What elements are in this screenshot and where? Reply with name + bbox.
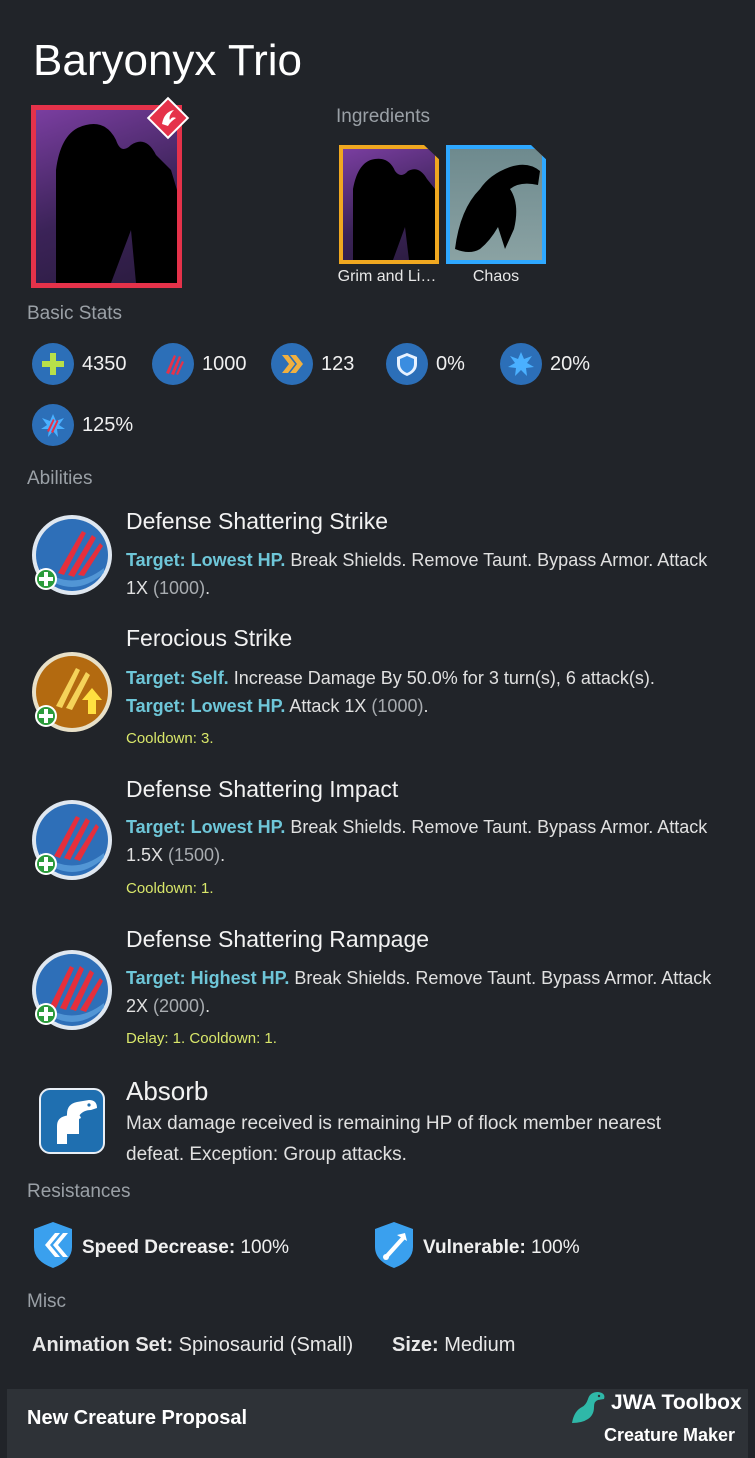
ingredient-name: Grim and Li… (337, 268, 437, 285)
ability-target: Target: Lowest HP. (126, 550, 286, 570)
ability-effect: defeat. Exception: Group attacks. (126, 1144, 407, 1165)
ability-name: Ferocious Strike (126, 625, 293, 651)
ability-cooldown: Delay: 1. Cooldown: 1. (126, 1030, 277, 1047)
ability-description: Target: Self. Increase Damage By 50.0% f… (126, 664, 716, 720)
stat-armor: 0% (386, 343, 465, 385)
stat-speed: 123 (271, 343, 354, 385)
crit-chance-icon (500, 343, 542, 385)
ability-effect: 1.5X (126, 845, 169, 865)
animation-set-value: Spinosaurid (Small) (173, 1334, 354, 1356)
ability-damage: (1500) (168, 845, 221, 865)
size-value: Medium (438, 1334, 516, 1356)
ability-target: Target: Highest HP. (126, 968, 290, 988)
ability-effect: 2X (126, 996, 154, 1016)
stat-value: 125% (82, 413, 134, 436)
stat-damage: 1000 (152, 343, 247, 385)
speed-decrease-icon (32, 1221, 74, 1275)
ability-effect: Increase Damage By 50.0% for 3 turn(s), … (228, 668, 655, 688)
creature-size: Size: Medium (392, 1334, 515, 1357)
footer-brand: JWA Toolbox (611, 1391, 742, 1414)
resistances-label: Resistances (27, 1181, 131, 1202)
ferocious-strike-icon (30, 650, 112, 732)
ingredient-card[interactable] (446, 145, 546, 264)
dinosaur-logo-icon (568, 1389, 608, 1425)
ability-description: Target: Highest HP. Break Shields. Remov… (126, 964, 716, 1020)
ability-target: Target: Self. (126, 668, 229, 688)
ingredient-card[interactable] (339, 145, 439, 264)
claw-impact-icon (30, 798, 112, 880)
ability-name: Defense Shattering Rampage (126, 926, 430, 952)
stat-health: 4350 (32, 343, 127, 385)
ability-effect: . (423, 696, 429, 716)
ability-cooldown: Cooldown: 3. (126, 730, 214, 747)
ability-target: Target: Lowest HP. (126, 696, 286, 716)
abilities-label: Abilities (27, 468, 93, 489)
damage-icon (152, 343, 194, 385)
ingredient-silhouette (455, 164, 540, 252)
stat-value: 1000 (202, 352, 247, 375)
animation-set-label: Animation Set: (32, 1334, 174, 1356)
flock-passive-icon (39, 1088, 105, 1154)
footer-subtitle: Creature Maker (604, 1425, 736, 1445)
ability-damage: (1000) (153, 578, 206, 598)
ability-description: Max damage received is remaining HP of f… (126, 1108, 716, 1170)
ability-effect: Break Shields. Remove Taunt. Bypass Armo… (285, 550, 708, 570)
resistance-name: Vulnerable: (423, 1237, 526, 1258)
ability-description: Target: Lowest HP. Break Shields. Remove… (126, 546, 716, 602)
ability-effect: . (205, 578, 211, 598)
basic-stats-label: Basic Stats (27, 303, 123, 324)
health-icon (32, 343, 74, 385)
stat-value: 20% (550, 352, 591, 375)
ability-cooldown: Cooldown: 1. (126, 880, 214, 897)
ability-damage: (1000) (371, 696, 424, 716)
ability-effect: Break Shields. Remove Taunt. Bypass Armo… (289, 968, 712, 988)
claw-rampage-icon (30, 948, 112, 1030)
vulnerable-icon (373, 1221, 415, 1275)
ingredients-label: Ingredients (336, 106, 431, 127)
ability-effect: Max damage received is remaining HP of f… (126, 1113, 662, 1134)
stat-value: 4350 (82, 352, 127, 375)
resistance-vulnerable: Vulnerable: 100% (373, 1221, 580, 1275)
ingredient-name: Chaos (472, 268, 520, 285)
crit-multiplier-icon (32, 404, 74, 446)
ability-effect: Break Shields. Remove Taunt. Bypass Armo… (285, 817, 708, 837)
speed-icon (271, 343, 313, 385)
size-label: Size: (392, 1334, 439, 1356)
animation-set: Animation Set: Spinosaurid (Small) (32, 1334, 353, 1357)
ability-effect: Attack 1X (285, 696, 372, 716)
resistance-name: Speed Decrease: (82, 1237, 236, 1258)
unique-rarity-icon (146, 96, 190, 140)
stat-value: 123 (321, 352, 355, 375)
ability-name: Defense Shattering Strike (126, 508, 389, 534)
claw-strike-icon (30, 513, 112, 595)
ability-name: Absorb (126, 1076, 209, 1106)
ability-name: Defense Shattering Impact (126, 776, 399, 802)
ability-description: Target: Lowest HP. Break Shields. Remove… (126, 813, 716, 869)
resistance-speed-decrease: Speed Decrease: 100% (32, 1221, 289, 1275)
misc-label: Misc (27, 1291, 67, 1312)
stat-value: 0% (436, 352, 465, 375)
resistance-value: 100% (525, 1237, 580, 1258)
ability-damage: (2000) (153, 996, 206, 1016)
ability-effect: . (220, 845, 226, 865)
armor-icon (386, 343, 428, 385)
ingredient-silhouette (353, 158, 435, 260)
ability-effect: . (205, 996, 211, 1016)
stat-crit-chance: 20% (500, 343, 590, 385)
stat-crit-multiplier: 125% (32, 404, 133, 446)
footer-proposal-label: New Creature Proposal (27, 1407, 248, 1429)
page-title: Baryonyx Trio (33, 36, 302, 85)
resistance-value: 100% (235, 1237, 290, 1258)
ability-target: Target: Lowest HP. (126, 817, 286, 837)
ability-effect: 1X (126, 578, 154, 598)
